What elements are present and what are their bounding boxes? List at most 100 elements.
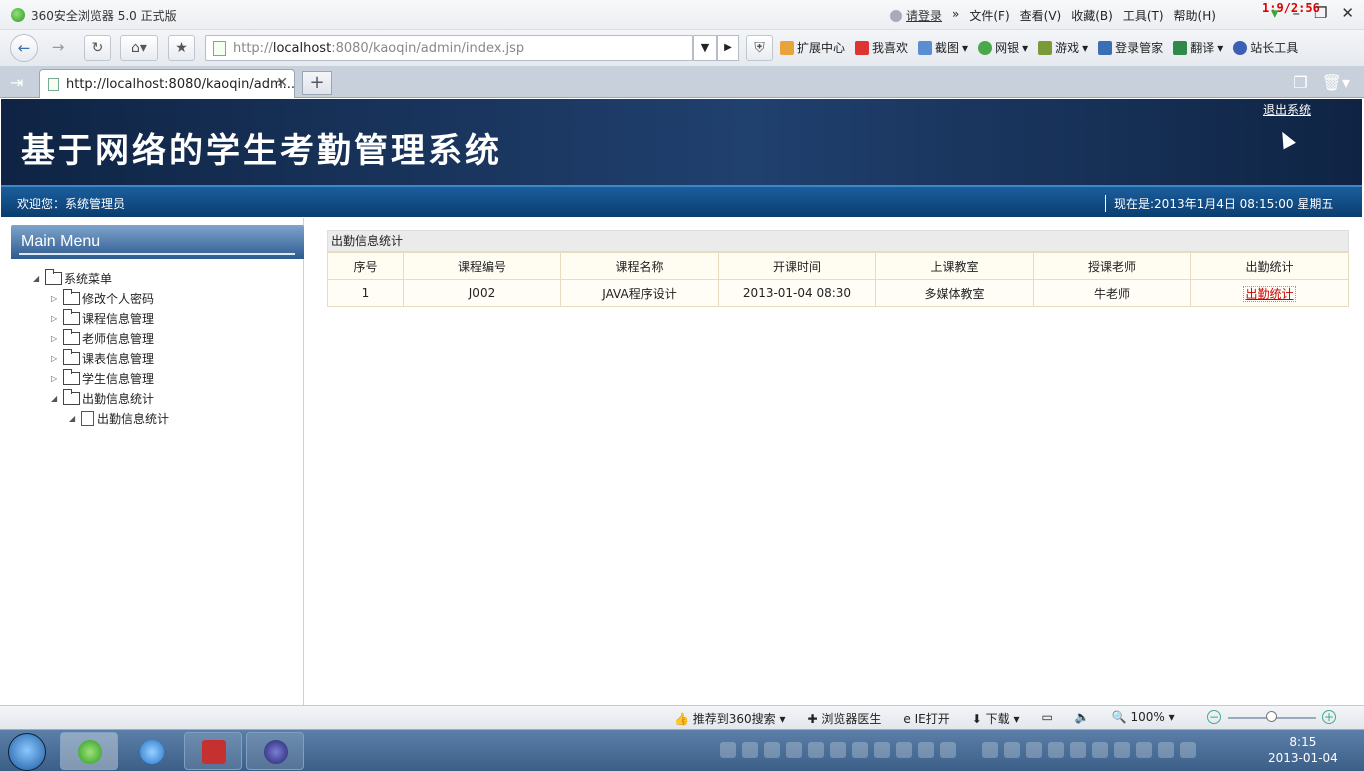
- taskbar-360-browser[interactable]: [60, 732, 118, 770]
- address-text[interactable]: http://localhost:8080/kaoqin/admin/index…: [233, 41, 524, 56]
- minimize-icon[interactable]: –: [1292, 4, 1300, 22]
- toolbar-webmaster[interactable]: 站长工具: [1233, 39, 1298, 56]
- sidebar-item-password[interactable]: ▷ 修改个人密码: [33, 288, 169, 308]
- taskbar: 8:15 2013-01-04: [0, 729, 1364, 771]
- qq-icon[interactable]: [940, 742, 956, 758]
- collapsed-arrow-icon[interactable]: ▷: [51, 374, 63, 383]
- sidebar-item-teacher[interactable]: ▷ 老师信息管理: [33, 328, 169, 348]
- taskbar-clock[interactable]: 8:15 2013-01-04: [1268, 734, 1338, 766]
- volume-icon[interactable]: [1158, 742, 1174, 758]
- chat-icon[interactable]: [918, 742, 934, 758]
- download[interactable]: ⬇ 下载 ▾: [972, 710, 1020, 727]
- cell-name: JAVA程序设计: [560, 279, 719, 307]
- shield-icon[interactable]: ⛨: [746, 35, 773, 61]
- sidebar-subitem-attendance[interactable]: ◢ 出勤信息统计: [33, 408, 169, 428]
- zoom-level[interactable]: 🔍 100% ▾: [1112, 710, 1175, 727]
- tool-icon[interactable]: [808, 742, 824, 758]
- collapsed-arrow-icon[interactable]: ▷: [51, 314, 63, 323]
- toolbar-login-manager[interactable]: 登录管家: [1098, 39, 1163, 56]
- toolbar-like[interactable]: 我喜欢: [855, 39, 908, 56]
- expanded-arrow-icon: ◢: [69, 413, 76, 423]
- collapsed-arrow-icon[interactable]: ▷: [51, 294, 63, 303]
- window-switch-icon[interactable]: ❐: [1293, 73, 1307, 92]
- window-icon[interactable]: ▭: [1041, 710, 1052, 727]
- chat-icon[interactable]: [896, 742, 912, 758]
- tab-active[interactable]: http://localhost:8080/kaoqin/adm... ✕: [39, 69, 295, 98]
- ie-open[interactable]: e IE打开: [903, 710, 949, 727]
- qq-icon[interactable]: [982, 742, 998, 758]
- heart-icon: [855, 40, 870, 55]
- speaker-icon[interactable]: 🔈: [1075, 710, 1090, 727]
- shield-icon[interactable]: [1070, 742, 1086, 758]
- collapsed-arrow-icon[interactable]: ▷: [51, 334, 63, 343]
- note-icon[interactable]: [852, 742, 868, 758]
- start-button[interactable]: [8, 733, 46, 771]
- expanded-arrow-icon[interactable]: ◢: [33, 274, 45, 283]
- clipboard-icon[interactable]: [874, 742, 890, 758]
- zoom-slider-knob[interactable]: [1266, 711, 1277, 722]
- device-icon[interactable]: [1136, 742, 1152, 758]
- tab-close-icon[interactable]: ✕: [276, 75, 288, 91]
- toolbar-translate[interactable]: 翻译 ▾: [1173, 39, 1223, 56]
- zoom-out-icon[interactable]: −: [1207, 710, 1221, 724]
- taskbar-toolbox[interactable]: [184, 732, 242, 770]
- sidebar-toggle-icon[interactable]: ⇥: [10, 73, 23, 92]
- table-row: 1 J002 JAVA程序设计 2013-01-04 08:30 多媒体教室 牛…: [327, 279, 1349, 307]
- menu-help[interactable]: 帮助(H): [1174, 7, 1216, 24]
- flag-icon[interactable]: [1114, 742, 1130, 758]
- folder-icon: [63, 368, 80, 385]
- collapsed-arrow-icon[interactable]: ▷: [51, 354, 63, 363]
- zoom-in-icon[interactable]: +: [1322, 710, 1336, 724]
- bird-icon[interactable]: [830, 742, 846, 758]
- taskbar-eclipse[interactable]: [246, 732, 304, 770]
- home-icon[interactable]: ⌂▾: [120, 35, 158, 61]
- favorite-star-icon[interactable]: ★: [168, 35, 195, 61]
- recommend-360-search[interactable]: 👍 推荐到360搜索 ▾: [674, 710, 786, 727]
- monitor-icon[interactable]: [1180, 742, 1196, 758]
- sidebar-item-schedule[interactable]: ▷ 课表信息管理: [33, 348, 169, 368]
- back-icon[interactable]: ←: [10, 34, 38, 62]
- sync-icon[interactable]: [1092, 742, 1108, 758]
- keyboard-icon[interactable]: [720, 742, 736, 758]
- expanded-arrow-icon[interactable]: ◢: [51, 394, 63, 403]
- trash-icon[interactable]: 🗑▾: [1322, 73, 1350, 92]
- menu-favorites[interactable]: 收藏(B): [1071, 7, 1113, 24]
- attendance-stats-link[interactable]: 出勤统计: [1243, 285, 1296, 302]
- menu-file[interactable]: 文件(F): [969, 7, 1009, 24]
- browser-doctor[interactable]: ✚ 浏览器医生: [808, 710, 882, 727]
- logout-link[interactable]: 退出系统: [1263, 101, 1311, 118]
- toolbar-bank[interactable]: 网银 ▾: [978, 39, 1028, 56]
- camera-icon[interactable]: [742, 742, 758, 758]
- shirt-icon[interactable]: ▾: [1271, 4, 1279, 22]
- menu-view[interactable]: 查看(V): [1020, 7, 1062, 24]
- qq-icon[interactable]: [1004, 742, 1020, 758]
- restore-icon[interactable]: ❐: [1314, 4, 1327, 22]
- address-bar[interactable]: http://localhost:8080/kaoqin/admin/index…: [205, 35, 693, 61]
- toolbar-screenshot[interactable]: 截图 ▾: [918, 39, 968, 56]
- qq-icon[interactable]: [1026, 742, 1042, 758]
- ie-icon: [140, 740, 164, 764]
- sidebar-item-course[interactable]: ▷ 课程信息管理: [33, 308, 169, 328]
- column-header: 授课老师: [1033, 252, 1191, 280]
- menu-tools[interactable]: 工具(T): [1123, 7, 1164, 24]
- cell-no: 1: [327, 279, 404, 307]
- folder-icon: [63, 288, 80, 305]
- tree-root[interactable]: ◢ 系统菜单: [33, 268, 169, 288]
- network-icon[interactable]: [764, 742, 780, 758]
- sidebar-item-student[interactable]: ▷ 学生信息管理: [33, 368, 169, 388]
- close-icon[interactable]: ✕: [1341, 4, 1354, 22]
- toolbar-extensions[interactable]: 扩展中心: [780, 39, 845, 56]
- main-content: 出勤信息统计 序号 课程编号 课程名称 开课时间 上课教室 授课老师 出勤统计 …: [305, 218, 1362, 705]
- security-icon[interactable]: [1048, 742, 1064, 758]
- taskbar-ie[interactable]: [122, 732, 180, 770]
- login-link[interactable]: 请登录: [890, 7, 942, 24]
- toolbar-games[interactable]: 游戏 ▾: [1038, 39, 1088, 56]
- address-dropdown-icon[interactable]: ▼: [693, 35, 717, 61]
- refresh-icon[interactable]: ↻: [84, 35, 111, 61]
- go-icon[interactable]: ▶: [717, 35, 739, 61]
- forward-icon[interactable]: →: [44, 34, 72, 62]
- new-tab-button[interactable]: +: [302, 71, 332, 95]
- sidebar-item-attendance[interactable]: ◢ 出勤信息统计: [33, 388, 169, 408]
- table-header-row: 序号 课程编号 课程名称 开课时间 上课教室 授课老师 出勤统计: [327, 252, 1349, 280]
- video-icon[interactable]: [786, 742, 802, 758]
